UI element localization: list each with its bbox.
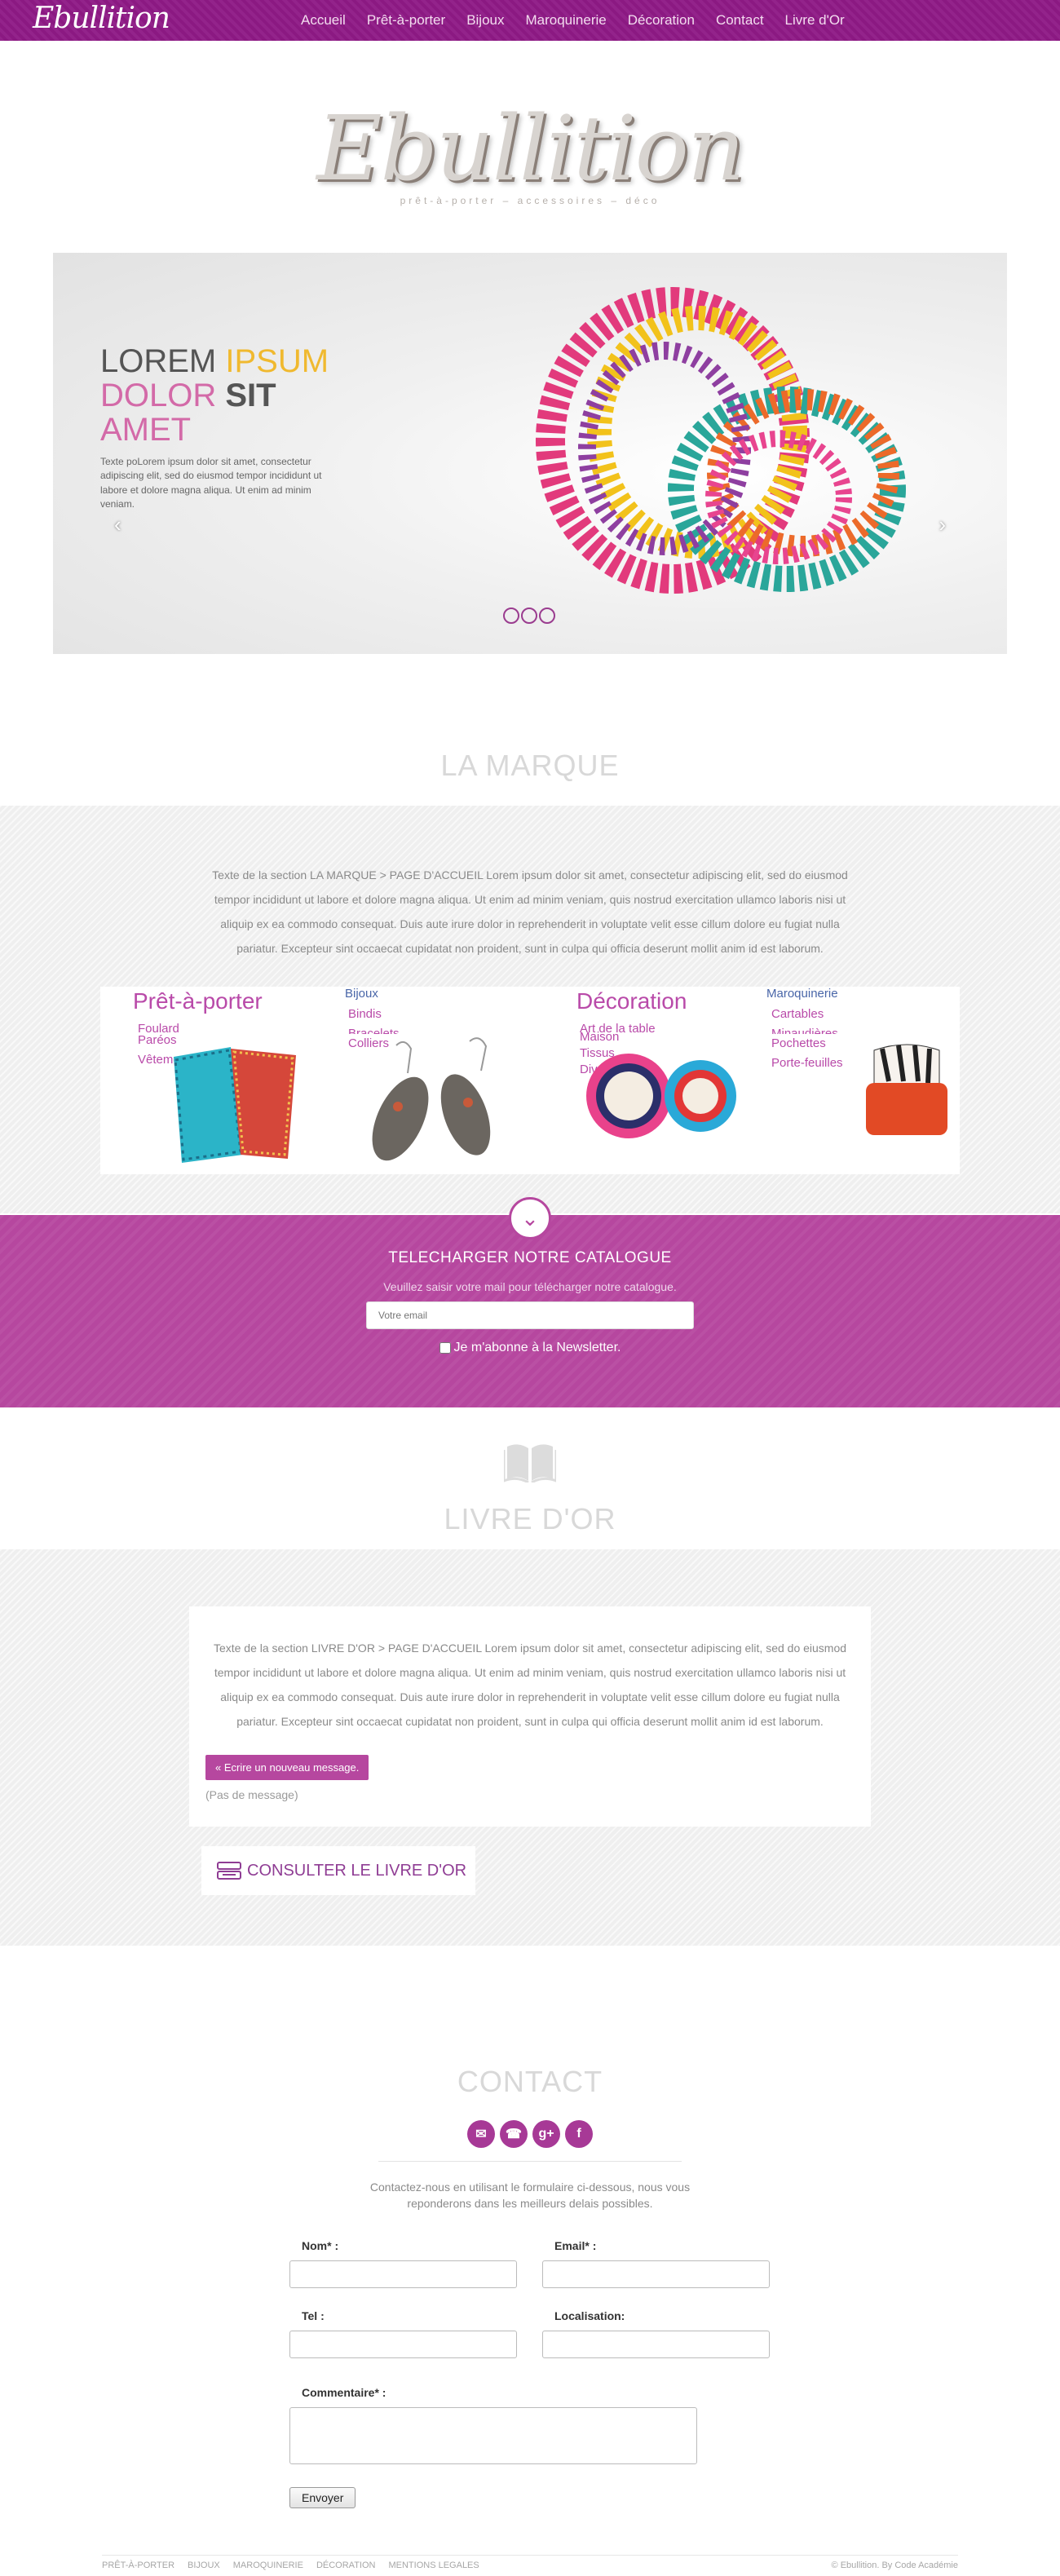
catalogue-title: TELECHARGER NOTRE CATALOGUE bbox=[388, 1249, 672, 1266]
bead-cluster bbox=[536, 287, 906, 594]
marque-title: LA MARQUE bbox=[440, 749, 620, 782]
contact-title: CONTACT bbox=[457, 2065, 603, 2098]
chevron-down-icon[interactable]: ⌄ bbox=[509, 1197, 551, 1239]
category-title[interactable]: Maroquinerie bbox=[766, 987, 838, 1001]
category-link[interactable]: Bindis bbox=[348, 1006, 400, 1023]
marque-text: Texte de la section LA MARQUE > PAGE D'A… bbox=[212, 868, 848, 955]
nav-item-accueil[interactable]: Accueil bbox=[290, 0, 356, 41]
category-bijoux[interactable]: Bijoux Bindis Bracelets Colliers bbox=[315, 987, 529, 1174]
category-pret-a-porter[interactable]: Prêt-à-porter Foulard Paréos Vêtements bbox=[100, 987, 315, 1174]
nav-item-contact[interactable]: Contact bbox=[705, 0, 775, 41]
category-maroquinerie[interactable]: Maroquinerie Cartables Minaudières Poche… bbox=[744, 987, 958, 1174]
footer-link[interactable]: MENTIONS LEGALES bbox=[388, 2561, 479, 2570]
slider-dot-3[interactable] bbox=[539, 608, 555, 624]
tel-label: Tel : bbox=[302, 2309, 325, 2322]
footer-link[interactable]: MAROQUINERIE bbox=[233, 2561, 303, 2570]
category-list: Cartables Minaudières Pochettes Porte-fe… bbox=[771, 1005, 843, 1071]
nav-item-pret-a-porter[interactable]: Prêt-à-porter bbox=[356, 0, 456, 41]
footer-link[interactable]: PRÊT-À-PORTER bbox=[102, 2561, 174, 2570]
footer-links: PRÊT-À-PORTER BIJOUX MAROQUINERIE DÉCORA… bbox=[102, 2561, 479, 2570]
newsletter-label: Je m'abonne à la Newsletter. bbox=[453, 1341, 621, 1354]
slider-dot-2[interactable] bbox=[521, 608, 537, 624]
commentaire-field[interactable] bbox=[289, 2407, 697, 2464]
nav-menu: Accueil Prêt-à-porter Bijoux Maroquineri… bbox=[290, 0, 855, 41]
footer: PRÊT-À-PORTER BIJOUX MAROQUINERIE DÉCORA… bbox=[102, 2555, 958, 2570]
category-link[interactable]: Cartables bbox=[771, 1006, 843, 1023]
google-plus-icon[interactable]: g+ bbox=[532, 2120, 560, 2148]
hero-logo: Ebullition prêt-à-porter – accessoires –… bbox=[0, 41, 1060, 253]
coasters-image bbox=[586, 1054, 736, 1138]
submit-button[interactable]: Envoyer bbox=[289, 2487, 356, 2508]
nav-logo[interactable]: Ebullition bbox=[33, 2, 170, 35]
catalogue-subtitle: Veuillez saisir votre mail pour téléchar… bbox=[383, 1280, 677, 1293]
slider-next-arrow[interactable]: › bbox=[939, 512, 946, 537]
hero-slider: LOREM IPSUM DOLOR SIT AMET Texte poLorem… bbox=[53, 253, 1007, 654]
slide-word-1: LOREM bbox=[100, 343, 217, 379]
category-decoration[interactable]: Décoration Art de la table Maison Tissus… bbox=[529, 987, 744, 1174]
top-navigation: Ebullition Accueil Prêt-à-porter Bijoux … bbox=[0, 0, 1060, 41]
livre-title: LIVRE D'OR bbox=[444, 1502, 616, 1535]
footer-credit: © Ebullition. By Code Académie bbox=[831, 2561, 958, 2570]
newsletter-checkbox[interactable] bbox=[439, 1342, 451, 1354]
nom-field[interactable] bbox=[289, 2260, 517, 2288]
hero-logo-text: Ebullition bbox=[316, 96, 745, 201]
nav-item-livre-dor[interactable]: Livre d'Or bbox=[775, 0, 855, 41]
category-link[interactable]: Bracelets bbox=[348, 1026, 400, 1034]
nom-label: Nom* : bbox=[302, 2239, 339, 2252]
category-title[interactable]: Prêt-à-porter bbox=[133, 988, 263, 1014]
marque-section: Texte de la section LA MARQUE > PAGE D'A… bbox=[0, 806, 1060, 1213]
contact-intro: Contactez-nous en utilisant le formulair… bbox=[369, 2181, 691, 2210]
phone-icon[interactable]: ☎ bbox=[500, 2120, 528, 2148]
slide-heading: LOREM IPSUM DOLOR SIT AMET bbox=[100, 344, 345, 447]
nav-item-decoration[interactable]: Décoration bbox=[617, 0, 705, 41]
nav-item-bijoux[interactable]: Bijoux bbox=[456, 0, 515, 41]
product-categories: Prêt-à-porter Foulard Paréos Vêtements B… bbox=[100, 987, 960, 1174]
footer-link[interactable]: DÉCORATION bbox=[316, 2561, 376, 2570]
email-field[interactable] bbox=[542, 2260, 770, 2288]
guestbook-icon bbox=[217, 1862, 241, 1880]
newsletter-option: Je m'abonne à la Newsletter. bbox=[0, 1341, 1060, 1355]
earrings-image bbox=[372, 1037, 491, 1161]
nav-item-maroquinerie[interactable]: Maroquinerie bbox=[515, 0, 617, 41]
slider-dot-1[interactable] bbox=[503, 608, 519, 624]
slider-prev-arrow[interactable]: ‹ bbox=[114, 512, 121, 537]
category-title[interactable]: Bijoux bbox=[345, 987, 378, 1001]
slide-word-4: SIT bbox=[225, 378, 276, 413]
livre-section: Texte de la section LIVRE D'OR > PAGE D'… bbox=[0, 1549, 1060, 1946]
catalogue-email-input[interactable] bbox=[366, 1301, 694, 1329]
slide-word-5: AMET bbox=[100, 412, 192, 448]
commentaire-label: Commentaire* : bbox=[302, 2386, 386, 2399]
book-icon bbox=[504, 1444, 556, 1482]
localisation-field[interactable] bbox=[542, 2331, 770, 2358]
no-message-text: (Pas de message) bbox=[205, 1788, 298, 1801]
catalogue-section: ⌄ TELECHARGER NOTRE CATALOGUE Veuillez s… bbox=[0, 1197, 1060, 1407]
slide-caption: LOREM IPSUM DOLOR SIT AMET Texte poLorem… bbox=[100, 344, 345, 512]
slide-word-3: DOLOR bbox=[100, 378, 217, 413]
email-label: Email* : bbox=[554, 2239, 597, 2252]
social-links: ✉ ☎ g+ f bbox=[467, 2120, 593, 2148]
slide-word-2: IPSUM bbox=[225, 343, 329, 379]
bracelets-image bbox=[536, 287, 906, 594]
hero-tagline: prêt-à-porter – accessoires – déco bbox=[400, 195, 660, 206]
consult-livre-button[interactable]: CONSULTER LE LIVRE D'OR bbox=[201, 1846, 475, 1895]
email-icon[interactable]: ✉ bbox=[467, 2120, 495, 2148]
consult-livre-label: CONSULTER LE LIVRE D'OR bbox=[247, 1861, 467, 1880]
livre-card: Texte de la section LIVRE D'OR > PAGE D'… bbox=[189, 1606, 871, 1827]
category-link[interactable]: Porte-feuilles bbox=[771, 1055, 843, 1071]
localisation-label: Localisation: bbox=[554, 2309, 625, 2322]
tel-field[interactable] bbox=[289, 2331, 517, 2358]
facebook-icon[interactable]: f bbox=[565, 2120, 593, 2148]
category-title[interactable]: Décoration bbox=[576, 988, 687, 1014]
slide-text: Texte poLorem ipsum dolor sit amet, cons… bbox=[100, 456, 322, 510]
scarves-image bbox=[174, 1047, 296, 1163]
write-message-button[interactable]: « Ecrire un nouveau message. bbox=[205, 1755, 369, 1780]
contact-divider bbox=[378, 2161, 682, 2162]
category-link[interactable]: Pochettes bbox=[771, 1036, 843, 1052]
footer-link[interactable]: BIJOUX bbox=[188, 2561, 220, 2570]
category-link[interactable]: Minaudières bbox=[771, 1026, 843, 1034]
slider-pagination bbox=[503, 608, 555, 624]
livre-text: Texte de la section LIVRE D'OR > PAGE D'… bbox=[213, 1641, 847, 1728]
handbag-image bbox=[866, 1044, 947, 1135]
